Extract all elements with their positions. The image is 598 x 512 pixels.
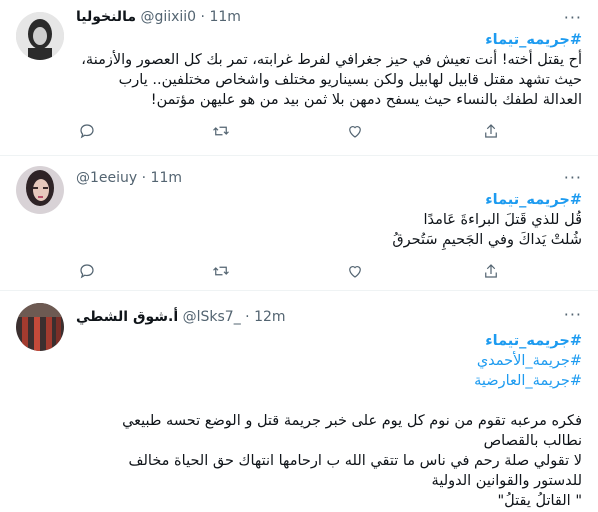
hashtag-link[interactable]: #جريمه_تيماء bbox=[76, 30, 582, 50]
tweet-text-line: شُلتْ يَداكَ وفي الجَحيمِ سَتُحرقُ bbox=[392, 232, 582, 248]
avatar[interactable] bbox=[16, 166, 64, 214]
hashtag-link[interactable]: #جريمه_تيماء bbox=[76, 331, 582, 351]
more-icon[interactable]: ··· bbox=[564, 8, 582, 27]
like-icon[interactable] bbox=[346, 122, 366, 142]
tweet-text-line: نطالب بالقصاص bbox=[483, 433, 582, 449]
tweet[interactable]: @1eeiuy · 11m ··· #جريمه_تيماء قُل للذي … bbox=[0, 156, 598, 291]
handle[interactable]: @giixii0 bbox=[140, 9, 196, 25]
timestamp[interactable]: 11m bbox=[151, 170, 182, 186]
retweet-icon[interactable] bbox=[212, 262, 232, 282]
hashtag-link[interactable]: #جريمه_تيماء bbox=[76, 190, 582, 210]
hashtag-link[interactable]: #جريمة_العارضية bbox=[76, 371, 582, 391]
timestamp[interactable]: 12m bbox=[254, 309, 285, 325]
retweet-icon[interactable] bbox=[212, 122, 232, 142]
tweet[interactable]: مالنخوليا @giixii0 · 11m ··· #جريمه_تيما… bbox=[0, 0, 598, 156]
tweet-text-line: حيث تشهد مقتل قابيل لهابيل ولكن بسيناريو… bbox=[118, 72, 582, 88]
tweet-text-line: قُل للذي قَتلَ البراءةَ عَامدًا bbox=[423, 212, 582, 228]
like-icon[interactable] bbox=[346, 262, 366, 282]
more-icon[interactable]: ··· bbox=[564, 168, 582, 187]
avatar[interactable] bbox=[16, 303, 64, 351]
handle[interactable]: @1eeiuy bbox=[76, 170, 137, 186]
tweet-text-line: العدالة لطفك بالنساء حيث يسفح دمهن بلا ث… bbox=[150, 92, 582, 108]
tweet-text-line: لا تقولي صلة رحم في ناس ما تتقي الله ب ا… bbox=[128, 453, 582, 469]
display-name[interactable]: أ.شوق الشطي bbox=[76, 309, 178, 325]
tweet-text-line: فكره مرعبه تقوم من نوم كل يوم على خبر جر… bbox=[122, 413, 582, 429]
hashtag-link[interactable]: #جريمة_الأحمدي bbox=[76, 351, 582, 371]
tweet-text-line: للدستور والقوانين الدولية bbox=[431, 473, 582, 489]
share-icon[interactable] bbox=[482, 122, 502, 142]
handle[interactable]: @lSks7_ bbox=[183, 309, 241, 325]
timestamp[interactable]: 11m bbox=[209, 9, 240, 25]
reply-icon[interactable] bbox=[78, 122, 98, 142]
share-icon[interactable] bbox=[482, 262, 502, 282]
display-name[interactable]: مالنخوليا bbox=[76, 9, 136, 25]
tweet-text-line: " القاتلُ يقتلُ" bbox=[497, 493, 582, 509]
reply-icon[interactable] bbox=[78, 262, 98, 282]
avatar[interactable] bbox=[16, 12, 64, 60]
tweet[interactable]: أ.شوق الشطي @lSks7_ · 12m ··· #جريمه_تيم… bbox=[0, 291, 598, 512]
tweet-text-line: أح يقتل أخته! أنت تعيش في حيز جغرافي لفر… bbox=[81, 52, 582, 68]
more-icon[interactable]: ··· bbox=[564, 305, 582, 324]
